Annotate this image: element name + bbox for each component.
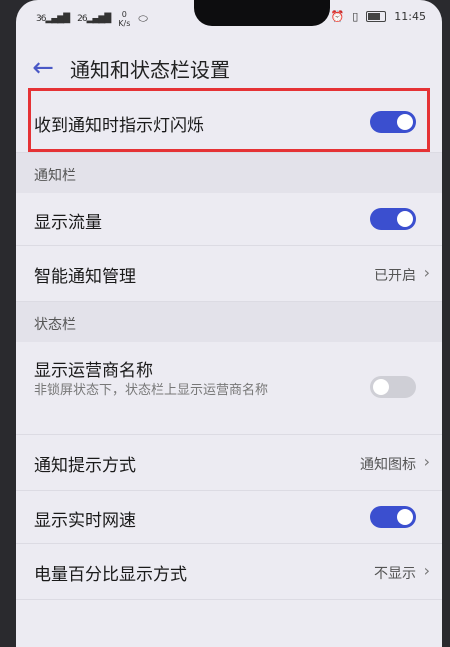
row-label: 显示实时网速 — [34, 511, 136, 531]
row-net-speed[interactable]: 显示实时网速 — [16, 491, 442, 544]
notification-icon: ⬭ — [138, 12, 148, 25]
section-status-bar: 状态栏 — [16, 302, 442, 342]
row-label: 智能通知管理 — [34, 267, 136, 287]
chevron-right-icon: › — [423, 561, 430, 580]
network-speed: 0 K/s — [118, 10, 131, 28]
row-carrier-name[interactable]: 显示运营商名称 非锁屏状态下，状态栏上显示运营商名称 — [16, 342, 442, 435]
section-title: 通知栏 — [34, 168, 76, 184]
signal-icon-1: 36▂▄▆█ — [36, 14, 70, 24]
page-title: 通知和状态栏设置 — [70, 57, 230, 82]
header: ← 通知和状态栏设置 — [16, 44, 442, 92]
phone-frame: 36▂▄▆█ 26▂▄▆█ 0 K/s ⬭ ⏰ ▯ 11:45 ← 通知和状态栏设… — [0, 0, 450, 647]
signal-icon-2: 26▂▄▆█ — [77, 14, 111, 24]
net-speed-toggle[interactable] — [370, 506, 416, 528]
row-label: 显示运营商名称 — [34, 361, 153, 381]
highlight-frame — [28, 88, 430, 152]
row-battery-pct[interactable]: 电量百分比显示方式 不显示 › — [16, 544, 442, 600]
chevron-right-icon: › — [423, 452, 430, 471]
row-label: 通知提示方式 — [34, 456, 136, 476]
row-label: 电量百分比显示方式 — [34, 565, 187, 585]
alarm-icon: ⏰ — [330, 10, 345, 23]
battery-icon — [366, 11, 387, 22]
toggle-knob — [397, 211, 413, 227]
row-show-traffic[interactable]: 显示流量 — [16, 193, 442, 246]
row-label: 显示流量 — [34, 213, 102, 233]
show-traffic-toggle[interactable] — [370, 208, 416, 230]
row-value: 已开启 — [374, 268, 416, 284]
toggle-knob — [373, 379, 389, 395]
status-bar: 36▂▄▆█ 26▂▄▆█ 0 K/s ⬭ ⏰ ▯ 11:45 — [16, 0, 442, 36]
row-value: 通知图标 — [360, 457, 416, 473]
carrier-name-toggle[interactable] — [370, 376, 416, 398]
row-value: 不显示 — [374, 566, 416, 582]
chevron-right-icon: › — [423, 263, 430, 282]
arrow-left-icon[interactable]: ← — [16, 53, 70, 83]
toggle-knob — [397, 509, 413, 525]
row-notify-style[interactable]: 通知提示方式 通知图标 › — [16, 435, 442, 491]
section-notification-bar: 通知栏 — [16, 153, 442, 193]
vibrate-icon: ▯ — [352, 10, 359, 23]
screen: 36▂▄▆█ 26▂▄▆█ 0 K/s ⬭ ⏰ ▯ 11:45 ← 通知和状态栏设… — [16, 0, 442, 647]
section-title: 状态栏 — [34, 317, 76, 333]
row-smart-notify[interactable]: 智能通知管理 已开启 › — [16, 246, 442, 302]
row-subtitle: 非锁屏状态下，状态栏上显示运营商名称 — [34, 383, 269, 398]
clock: 11:45 — [394, 10, 426, 23]
camera-notch — [194, 0, 330, 26]
